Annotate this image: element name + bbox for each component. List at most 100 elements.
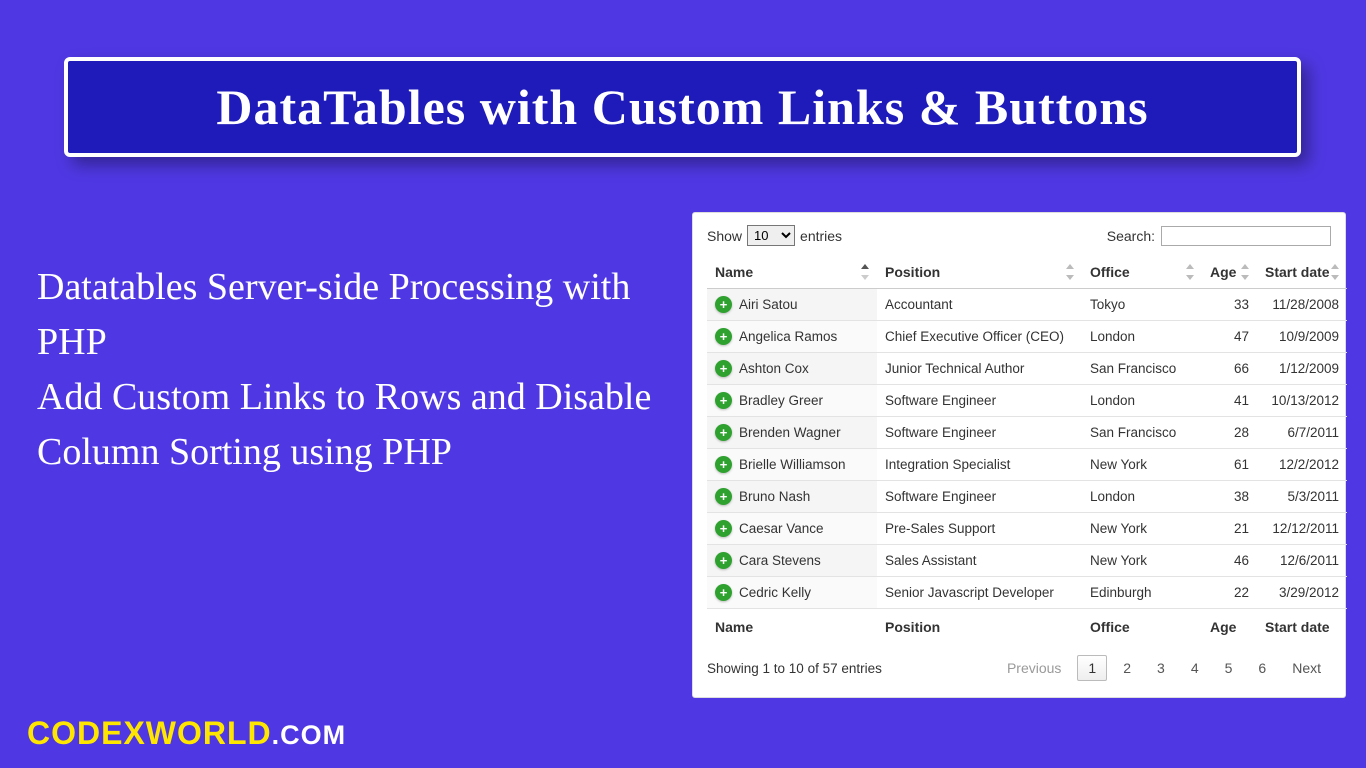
table-row: +Cedric KellySenior Javascript Developer… bbox=[707, 577, 1347, 609]
expand-row-icon[interactable]: + bbox=[715, 360, 732, 377]
cell-pos: Senior Javascript Developer bbox=[877, 577, 1082, 609]
side-description: Datatables Server-side Processing with P… bbox=[37, 260, 652, 480]
expand-row-icon[interactable]: + bbox=[715, 488, 732, 505]
search-input[interactable] bbox=[1161, 226, 1331, 246]
table-head-row: NamePositionOfficeAgeStart date bbox=[707, 256, 1347, 289]
sort-icon bbox=[1331, 264, 1341, 280]
expand-row-icon[interactable]: + bbox=[715, 552, 732, 569]
expand-row-icon[interactable]: + bbox=[715, 328, 732, 345]
table-foot-row: NamePositionOfficeAgeStart date bbox=[707, 609, 1347, 646]
cell-off: New York bbox=[1082, 545, 1202, 577]
column-header-date[interactable]: Start date bbox=[1257, 256, 1347, 289]
cell-off: London bbox=[1082, 481, 1202, 513]
table-row: +Caesar VancePre-Sales SupportNew York21… bbox=[707, 513, 1347, 545]
cell-name: +Airi Satou bbox=[707, 289, 877, 321]
cell-name: +Brenden Wagner bbox=[707, 417, 877, 449]
cell-age: 46 bbox=[1202, 545, 1257, 577]
cell-age: 61 bbox=[1202, 449, 1257, 481]
cell-name: +Cedric Kelly bbox=[707, 577, 877, 609]
cell-age: 41 bbox=[1202, 385, 1257, 417]
cell-off: New York bbox=[1082, 513, 1202, 545]
page-prev[interactable]: Previous bbox=[997, 656, 1071, 680]
page-6[interactable]: 6 bbox=[1248, 656, 1276, 680]
cell-off: London bbox=[1082, 321, 1202, 353]
column-header-pos[interactable]: Position bbox=[877, 256, 1082, 289]
logo-tld: .com bbox=[272, 720, 347, 750]
table-controls: Show 102550100 entries Search: bbox=[707, 225, 1331, 246]
cell-pos: Software Engineer bbox=[877, 417, 1082, 449]
page-2[interactable]: 2 bbox=[1113, 656, 1141, 680]
page-3[interactable]: 3 bbox=[1147, 656, 1175, 680]
column-header-name[interactable]: Name bbox=[707, 256, 877, 289]
table-row: +Bradley GreerSoftware EngineerLondon411… bbox=[707, 385, 1347, 417]
expand-row-icon[interactable]: + bbox=[715, 456, 732, 473]
cell-name: +Caesar Vance bbox=[707, 513, 877, 545]
cell-pos: Integration Specialist bbox=[877, 449, 1082, 481]
cell-date: 1/12/2009 bbox=[1257, 353, 1347, 385]
cell-pos: Software Engineer bbox=[877, 385, 1082, 417]
page-4[interactable]: 4 bbox=[1181, 656, 1209, 680]
cell-age: 38 bbox=[1202, 481, 1257, 513]
table-row: +Cara StevensSales AssistantNew York4612… bbox=[707, 545, 1347, 577]
cell-off: London bbox=[1082, 385, 1202, 417]
column-footer-name: Name bbox=[707, 609, 877, 646]
search-wrap: Search: bbox=[1107, 226, 1331, 246]
sort-icon bbox=[861, 264, 871, 280]
cell-pos: Pre-Sales Support bbox=[877, 513, 1082, 545]
cell-age: 22 bbox=[1202, 577, 1257, 609]
cell-name: +Brielle Williamson bbox=[707, 449, 877, 481]
page-1[interactable]: 1 bbox=[1077, 655, 1107, 681]
expand-row-icon[interactable]: + bbox=[715, 584, 732, 601]
entries-select[interactable]: 102550100 bbox=[747, 225, 795, 246]
expand-row-icon[interactable]: + bbox=[715, 296, 732, 313]
cell-off: Tokyo bbox=[1082, 289, 1202, 321]
cell-pos: Sales Assistant bbox=[877, 545, 1082, 577]
title-text: DataTables with Custom Links & Buttons bbox=[216, 78, 1148, 136]
cell-name: +Bradley Greer bbox=[707, 385, 877, 417]
cell-pos: Software Engineer bbox=[877, 481, 1082, 513]
table-row: +Angelica RamosChief Executive Officer (… bbox=[707, 321, 1347, 353]
cell-name: +Bruno Nash bbox=[707, 481, 877, 513]
datatable-panel: Show 102550100 entries Search: NamePosit… bbox=[692, 212, 1346, 698]
pagination: Previous123456Next bbox=[997, 655, 1331, 681]
cell-date: 5/3/2011 bbox=[1257, 481, 1347, 513]
cell-date: 12/2/2012 bbox=[1257, 449, 1347, 481]
cell-date: 12/6/2011 bbox=[1257, 545, 1347, 577]
length-menu: Show 102550100 entries bbox=[707, 225, 842, 246]
table-info: Showing 1 to 10 of 57 entries bbox=[707, 661, 882, 676]
logo-brand: CodexWorld bbox=[27, 715, 272, 751]
cell-name: +Angelica Ramos bbox=[707, 321, 877, 353]
cell-age: 28 bbox=[1202, 417, 1257, 449]
cell-date: 11/28/2008 bbox=[1257, 289, 1347, 321]
logo: CodexWorld.com bbox=[27, 715, 346, 752]
data-table: NamePositionOfficeAgeStart date +Airi Sa… bbox=[707, 256, 1347, 645]
cell-age: 21 bbox=[1202, 513, 1257, 545]
expand-row-icon[interactable]: + bbox=[715, 520, 732, 537]
title-banner: DataTables with Custom Links & Buttons bbox=[64, 57, 1301, 157]
page-5[interactable]: 5 bbox=[1215, 656, 1243, 680]
expand-row-icon[interactable]: + bbox=[715, 392, 732, 409]
page-next[interactable]: Next bbox=[1282, 656, 1331, 680]
cell-date: 12/12/2011 bbox=[1257, 513, 1347, 545]
length-entries-label: entries bbox=[800, 228, 842, 244]
cell-name: +Cara Stevens bbox=[707, 545, 877, 577]
expand-row-icon[interactable]: + bbox=[715, 424, 732, 441]
table-footer-bar: Showing 1 to 10 of 57 entries Previous12… bbox=[707, 655, 1331, 681]
cell-off: San Francisco bbox=[1082, 417, 1202, 449]
length-show-label: Show bbox=[707, 228, 742, 244]
cell-off: New York bbox=[1082, 449, 1202, 481]
cell-pos: Chief Executive Officer (CEO) bbox=[877, 321, 1082, 353]
table-body: +Airi SatouAccountantTokyo3311/28/2008+A… bbox=[707, 289, 1347, 609]
cell-date: 10/13/2012 bbox=[1257, 385, 1347, 417]
column-header-off[interactable]: Office bbox=[1082, 256, 1202, 289]
column-footer-age: Age bbox=[1202, 609, 1257, 646]
column-header-age[interactable]: Age bbox=[1202, 256, 1257, 289]
cell-date: 6/7/2011 bbox=[1257, 417, 1347, 449]
cell-off: Edinburgh bbox=[1082, 577, 1202, 609]
sort-icon bbox=[1241, 264, 1251, 280]
cell-date: 3/29/2012 bbox=[1257, 577, 1347, 609]
cell-date: 10/9/2009 bbox=[1257, 321, 1347, 353]
column-footer-pos: Position bbox=[877, 609, 1082, 646]
cell-off: San Francisco bbox=[1082, 353, 1202, 385]
cell-pos: Accountant bbox=[877, 289, 1082, 321]
